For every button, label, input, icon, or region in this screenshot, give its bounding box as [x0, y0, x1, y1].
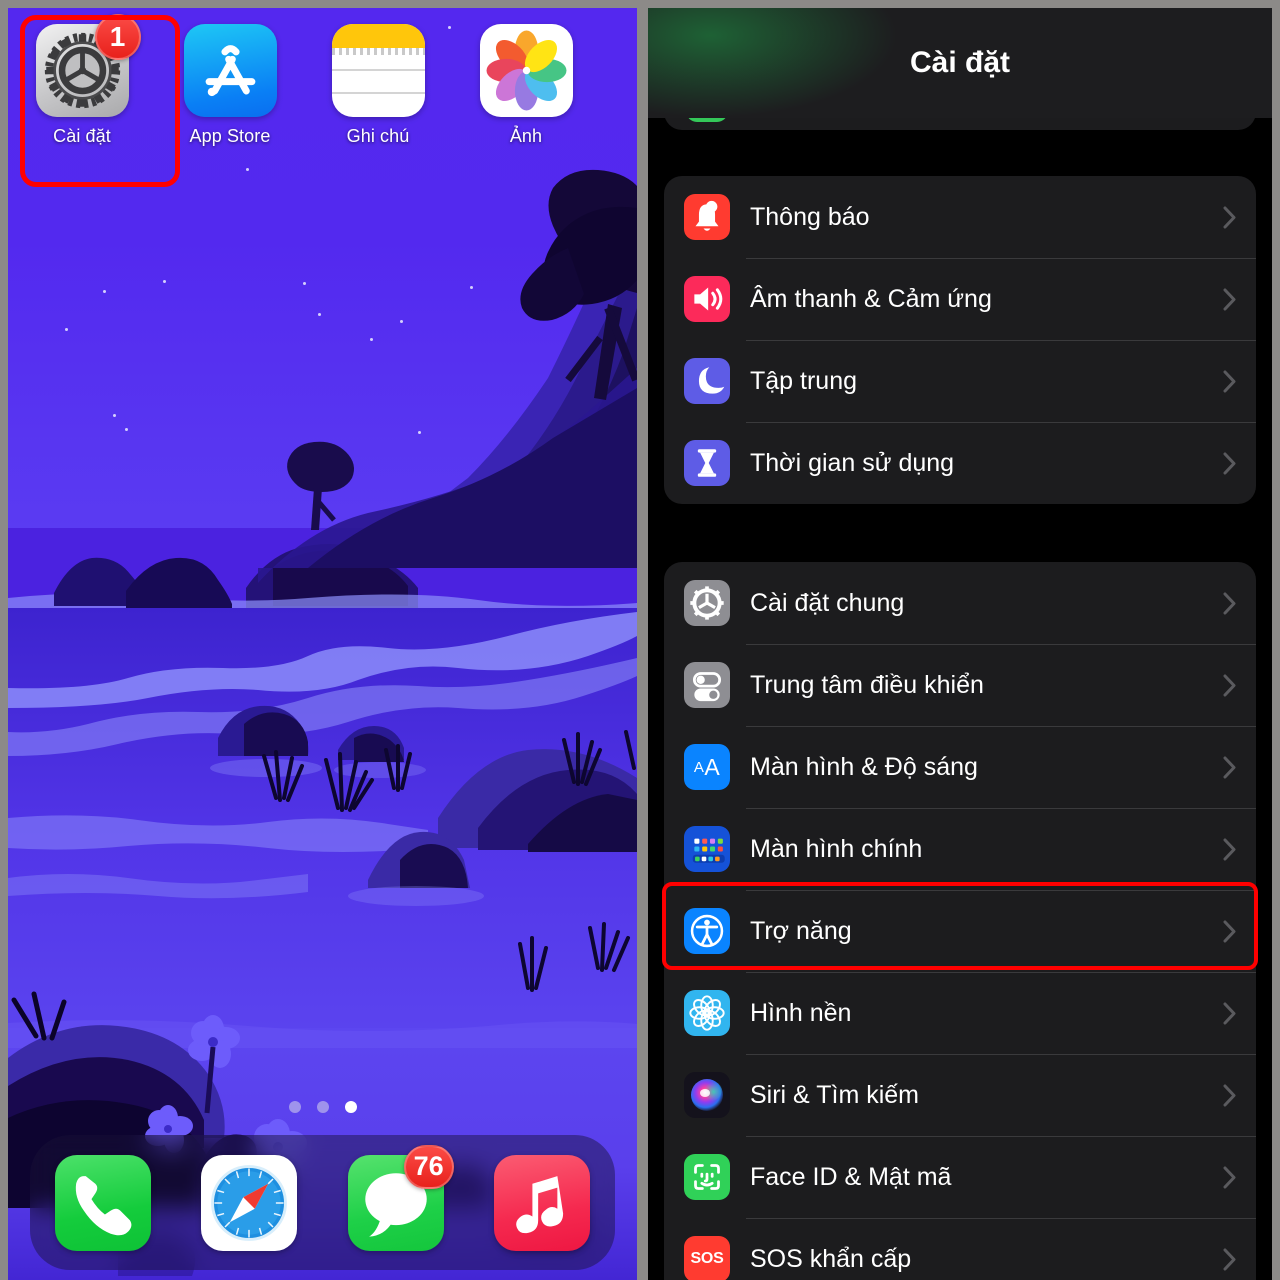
wallpaper	[8, 8, 637, 1280]
wallpaper-tree-small	[287, 441, 354, 530]
screenshot-root: 1 Cài đặt App Store Ghi chú Ảnh 76 Cài đ…	[0, 0, 1280, 1280]
chevron-right-icon	[1223, 592, 1236, 615]
settings-row-home-screen[interactable]: Màn hình chính	[664, 808, 1256, 890]
speaker-icon	[684, 276, 730, 322]
row-label: Âm thanh & Cảm ứng	[750, 284, 992, 313]
messages-bubble-icon[interactable]: 76	[347, 1144, 454, 1251]
iphone-home-screen: 1 Cài đặt App Store Ghi chú Ảnh 76	[8, 8, 637, 1280]
page-dot[interactable]	[288, 1101, 301, 1113]
chevron-right-icon	[1223, 756, 1236, 779]
settings-group-2: Cài đặt chung Trung tâm điều khiển A A M…	[664, 562, 1256, 1280]
navigation-bar: Cài đặt	[648, 8, 1272, 118]
settings-row-accessibility[interactable]: Trợ năng	[664, 890, 1256, 972]
chevron-right-icon	[1223, 370, 1236, 393]
dock: 76	[30, 1135, 615, 1270]
toggles-icon	[684, 662, 730, 708]
app-store-icon[interactable]	[183, 24, 277, 117]
settings-row-focus[interactable]: Tập trung	[664, 340, 1256, 422]
wallpaper-flower-icon	[684, 990, 730, 1036]
chevron-right-icon	[1223, 920, 1236, 943]
row-label: Trung tâm điều khiển	[750, 670, 984, 699]
row-label: Siri & Tìm kiếm	[750, 1080, 919, 1109]
page-dot[interactable]	[316, 1101, 329, 1113]
messages-badge: 76	[403, 1144, 454, 1189]
row-label: Màn hình & Độ sáng	[750, 752, 978, 781]
row-label: Hình nền	[750, 998, 852, 1027]
row-label: Tập trung	[750, 366, 858, 395]
face-id-icon	[684, 1154, 730, 1200]
music-note-icon[interactable]	[493, 1154, 590, 1251]
page-dot-active[interactable]	[344, 1101, 357, 1113]
row-label: Màn hình chính	[750, 834, 923, 863]
settings-group-1: Thông báo Âm thanh & Cảm ứng Tập trung T…	[664, 176, 1256, 504]
hourglass-icon	[684, 440, 730, 486]
sos-icon: SOS	[684, 1236, 730, 1280]
row-label: Trợ năng	[750, 916, 852, 945]
app-grid-icon	[684, 826, 730, 872]
chevron-right-icon	[1223, 452, 1236, 475]
settings-row-control-center[interactable]: Trung tâm điều khiển	[664, 644, 1256, 726]
settings-row-siri-search[interactable]: Siri & Tìm kiếm	[664, 1054, 1256, 1136]
safari-compass-icon[interactable]	[201, 1154, 298, 1251]
row-label: SOS khẩn cấp	[750, 1244, 912, 1273]
photos-icon[interactable]	[479, 24, 573, 117]
notes-icon[interactable]	[331, 24, 425, 117]
chevron-right-icon	[1223, 1002, 1236, 1025]
settings-row-sounds[interactable]: Âm thanh & Cảm ứng	[664, 258, 1256, 340]
app-icon-photos[interactable]: Ảnh	[452, 24, 600, 147]
settings-row-general[interactable]: Cài đặt chung	[664, 562, 1256, 644]
app-label: Ghi chú	[346, 126, 410, 146]
app-grid: 1 Cài đặt App Store Ghi chú Ảnh	[8, 14, 637, 147]
siri-orb-icon	[684, 1072, 730, 1118]
row-label: Thông báo	[750, 202, 870, 231]
page-indicator	[8, 1101, 637, 1113]
chevron-right-icon	[1223, 674, 1236, 697]
settings-row-display-brightness[interactable]: AA Màn hình & Độ sáng	[664, 726, 1256, 808]
app-label: Ảnh	[509, 126, 543, 146]
settings-row-wallpaper[interactable]: Hình nền	[664, 972, 1256, 1054]
chevron-right-icon	[1223, 288, 1236, 311]
moon-icon	[684, 358, 730, 404]
chevron-right-icon	[1223, 838, 1236, 861]
row-label: Face ID & Mật mã	[750, 1162, 952, 1191]
aa-icon: AA	[684, 744, 730, 790]
row-label: Thời gian sử dụng	[750, 448, 955, 477]
settings-row-emergency-sos[interactable]: SOS SOS khẩn cấp	[664, 1218, 1256, 1280]
page-title: Cài đặt	[909, 46, 1011, 79]
app-label: Cài đặt	[53, 126, 111, 146]
settings-gear-icon[interactable]: 1	[35, 14, 141, 117]
app-icon-app-store[interactable]: App Store	[156, 24, 304, 147]
chevron-right-icon	[1223, 206, 1236, 229]
settings-list[interactable]: Thông báo Âm thanh & Cảm ứng Tập trung T…	[648, 118, 1272, 1280]
gear-icon	[684, 580, 730, 626]
settings-badge: 1	[94, 14, 141, 60]
chevron-right-icon	[1223, 1166, 1236, 1189]
app-icon-notes[interactable]: Ghi chú	[304, 24, 452, 147]
app-label: App Store	[189, 126, 271, 146]
phone-icon[interactable]	[55, 1154, 152, 1251]
settings-app: Cài đặt Thông báo Âm thanh & Cảm ứng Tập…	[648, 8, 1272, 1280]
accessibility-icon	[684, 908, 730, 954]
settings-row-notifications[interactable]: Thông báo	[664, 176, 1256, 258]
app-icon-settings[interactable]: 1 Cài đặt	[8, 14, 156, 147]
settings-row-screen-time[interactable]: Thời gian sử dụng	[664, 422, 1256, 504]
chevron-right-icon	[1223, 1084, 1236, 1107]
wallpaper-landscape	[8, 169, 637, 1280]
chevron-right-icon	[1223, 1248, 1236, 1271]
row-label: Cài đặt chung	[750, 588, 905, 617]
nav-glow	[648, 8, 898, 118]
settings-row-face-id[interactable]: Face ID & Mật mã	[664, 1136, 1256, 1218]
bell-icon	[684, 194, 730, 240]
